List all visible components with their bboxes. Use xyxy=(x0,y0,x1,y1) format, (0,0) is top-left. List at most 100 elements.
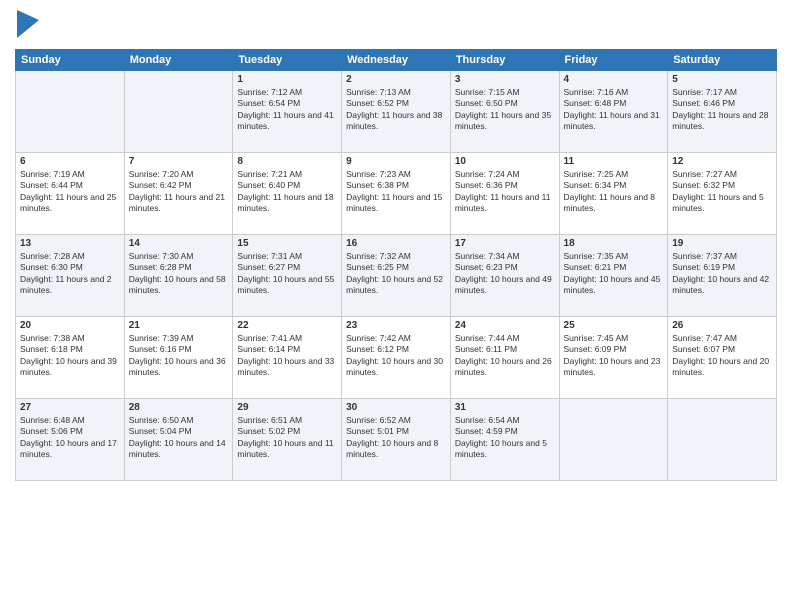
calendar-cell-2-3: 8 Sunrise: 7:21 AMSunset: 6:40 PMDaylight… xyxy=(233,153,342,235)
calendar-row-2: 6 Sunrise: 7:19 AMSunset: 6:44 PMDaylight… xyxy=(16,153,777,235)
day-number: 12 xyxy=(672,156,772,167)
cell-content: Sunrise: 7:19 AMSunset: 6:44 PMDaylight:… xyxy=(20,169,120,215)
cell-content: Sunrise: 7:34 AMSunset: 6:23 PMDaylight:… xyxy=(455,251,555,297)
calendar-row-3: 13 Sunrise: 7:28 AMSunset: 6:30 PMDayligh… xyxy=(16,235,777,317)
calendar-cell-4-5: 24 Sunrise: 7:44 AMSunset: 6:11 PMDayligh… xyxy=(450,317,559,399)
calendar-cell-3-3: 15 Sunrise: 7:31 AMSunset: 6:27 PMDayligh… xyxy=(233,235,342,317)
weekday-header-sunday: Sunday xyxy=(16,50,125,71)
cell-content: Sunrise: 7:37 AMSunset: 6:19 PMDaylight:… xyxy=(672,251,772,297)
day-number: 19 xyxy=(672,238,772,249)
calendar-cell-5-6 xyxy=(559,399,668,481)
cell-content: Sunrise: 7:23 AMSunset: 6:38 PMDaylight:… xyxy=(346,169,446,215)
day-number: 25 xyxy=(564,320,664,331)
calendar-cell-4-2: 21 Sunrise: 7:39 AMSunset: 6:16 PMDayligh… xyxy=(124,317,233,399)
calendar-table: SundayMondayTuesdayWednesdayThursdayFrid… xyxy=(15,49,777,481)
cell-content: Sunrise: 7:32 AMSunset: 6:25 PMDaylight:… xyxy=(346,251,446,297)
cell-content: Sunrise: 7:42 AMSunset: 6:12 PMDaylight:… xyxy=(346,333,446,379)
day-number: 15 xyxy=(237,238,337,249)
cell-content: Sunrise: 7:31 AMSunset: 6:27 PMDaylight:… xyxy=(237,251,337,297)
cell-content: Sunrise: 7:25 AMSunset: 6:34 PMDaylight:… xyxy=(564,169,664,215)
weekday-header-row: SundayMondayTuesdayWednesdayThursdayFrid… xyxy=(16,50,777,71)
calendar-row-1: 1 Sunrise: 7:12 AMSunset: 6:54 PMDaylight… xyxy=(16,71,777,153)
day-number: 22 xyxy=(237,320,337,331)
weekday-header-monday: Monday xyxy=(124,50,233,71)
cell-content: Sunrise: 7:45 AMSunset: 6:09 PMDaylight:… xyxy=(564,333,664,379)
calendar-cell-1-5: 3 Sunrise: 7:15 AMSunset: 6:50 PMDaylight… xyxy=(450,71,559,153)
calendar-cell-2-1: 6 Sunrise: 7:19 AMSunset: 6:44 PMDaylight… xyxy=(16,153,125,235)
cell-content: Sunrise: 7:13 AMSunset: 6:52 PMDaylight:… xyxy=(346,87,446,133)
weekday-header-friday: Friday xyxy=(559,50,668,71)
calendar-cell-2-4: 9 Sunrise: 7:23 AMSunset: 6:38 PMDaylight… xyxy=(342,153,451,235)
cell-content: Sunrise: 7:21 AMSunset: 6:40 PMDaylight:… xyxy=(237,169,337,215)
day-number: 13 xyxy=(20,238,120,249)
cell-content: Sunrise: 7:39 AMSunset: 6:16 PMDaylight:… xyxy=(129,333,229,379)
calendar-cell-4-1: 20 Sunrise: 7:38 AMSunset: 6:18 PMDayligh… xyxy=(16,317,125,399)
day-number: 18 xyxy=(564,238,664,249)
calendar-cell-3-2: 14 Sunrise: 7:30 AMSunset: 6:28 PMDayligh… xyxy=(124,235,233,317)
cell-content: Sunrise: 6:51 AMSunset: 5:02 PMDaylight:… xyxy=(237,415,337,461)
weekday-header-wednesday: Wednesday xyxy=(342,50,451,71)
calendar-cell-4-6: 25 Sunrise: 7:45 AMSunset: 6:09 PMDayligh… xyxy=(559,317,668,399)
day-number: 14 xyxy=(129,238,229,249)
calendar-cell-5-4: 30 Sunrise: 6:52 AMSunset: 5:01 PMDayligh… xyxy=(342,399,451,481)
cell-content: Sunrise: 7:24 AMSunset: 6:36 PMDaylight:… xyxy=(455,169,555,215)
cell-content: Sunrise: 7:28 AMSunset: 6:30 PMDaylight:… xyxy=(20,251,120,297)
calendar-cell-5-3: 29 Sunrise: 6:51 AMSunset: 5:02 PMDayligh… xyxy=(233,399,342,481)
calendar-cell-5-2: 28Sunrise: 6:50 AMSunset: 5:04 PMDayligh… xyxy=(124,399,233,481)
cell-content: Sunrise: 7:35 AMSunset: 6:21 PMDaylight:… xyxy=(564,251,664,297)
calendar-cell-5-7 xyxy=(668,399,777,481)
day-number: 16 xyxy=(346,238,446,249)
calendar-cell-2-5: 10 Sunrise: 7:24 AMSunset: 6:36 PMDayligh… xyxy=(450,153,559,235)
day-number: 29 xyxy=(237,402,337,413)
day-number: 30 xyxy=(346,402,446,413)
weekday-header-tuesday: Tuesday xyxy=(233,50,342,71)
cell-content: Sunrise: 7:20 AMSunset: 6:42 PMDaylight:… xyxy=(129,169,229,215)
day-number: 7 xyxy=(129,156,229,167)
cell-content: Sunrise: 7:41 AMSunset: 6:14 PMDaylight:… xyxy=(237,333,337,379)
calendar-cell-2-6: 11 Sunrise: 7:25 AMSunset: 6:34 PMDayligh… xyxy=(559,153,668,235)
day-number: 3 xyxy=(455,74,555,85)
cell-content: Sunrise: 6:54 AMSunset: 4:59 PMDaylight:… xyxy=(455,415,555,461)
day-number: 28 xyxy=(129,402,229,413)
day-number: 31 xyxy=(455,402,555,413)
cell-content: Sunrise: 7:17 AMSunset: 6:46 PMDaylight:… xyxy=(672,87,772,133)
day-number: 9 xyxy=(346,156,446,167)
calendar-cell-4-7: 26Sunrise: 7:47 AMSunset: 6:07 PMDayligh… xyxy=(668,317,777,399)
day-number: 17 xyxy=(455,238,555,249)
calendar-cell-1-2 xyxy=(124,71,233,153)
logo-icon xyxy=(17,10,39,43)
calendar-cell-3-7: 19 Sunrise: 7:37 AMSunset: 6:19 PMDayligh… xyxy=(668,235,777,317)
calendar-cell-1-3: 1 Sunrise: 7:12 AMSunset: 6:54 PMDaylight… xyxy=(233,71,342,153)
cell-content: Sunrise: 7:30 AMSunset: 6:28 PMDaylight:… xyxy=(129,251,229,297)
day-number: 10 xyxy=(455,156,555,167)
calendar-cell-1-4: 2Sunrise: 7:13 AMSunset: 6:52 PMDaylight… xyxy=(342,71,451,153)
day-number: 27 xyxy=(20,402,120,413)
day-number: 6 xyxy=(20,156,120,167)
day-number: 20 xyxy=(20,320,120,331)
cell-content: Sunrise: 6:52 AMSunset: 5:01 PMDaylight:… xyxy=(346,415,446,461)
day-number: 4 xyxy=(564,74,664,85)
calendar-cell-3-4: 16 Sunrise: 7:32 AMSunset: 6:25 PMDayligh… xyxy=(342,235,451,317)
day-number: 11 xyxy=(564,156,664,167)
calendar-cell-5-1: 27 Sunrise: 6:48 AMSunset: 5:06 PMDayligh… xyxy=(16,399,125,481)
calendar-cell-3-5: 17 Sunrise: 7:34 AMSunset: 6:23 PMDayligh… xyxy=(450,235,559,317)
calendar-row-4: 20 Sunrise: 7:38 AMSunset: 6:18 PMDayligh… xyxy=(16,317,777,399)
day-number: 8 xyxy=(237,156,337,167)
cell-content: Sunrise: 7:15 AMSunset: 6:50 PMDaylight:… xyxy=(455,87,555,133)
cell-content: Sunrise: 6:48 AMSunset: 5:06 PMDaylight:… xyxy=(20,415,120,461)
calendar-cell-4-3: 22 Sunrise: 7:41 AMSunset: 6:14 PMDayligh… xyxy=(233,317,342,399)
cell-content: Sunrise: 7:47 AMSunset: 6:07 PMDaylight:… xyxy=(672,333,772,379)
day-number: 21 xyxy=(129,320,229,331)
cell-content: Sunrise: 7:38 AMSunset: 6:18 PMDaylight:… xyxy=(20,333,120,379)
cell-content: Sunrise: 7:27 AMSunset: 6:32 PMDaylight:… xyxy=(672,169,772,215)
day-number: 23 xyxy=(346,320,446,331)
calendar-cell-3-1: 13 Sunrise: 7:28 AMSunset: 6:30 PMDayligh… xyxy=(16,235,125,317)
day-number: 1 xyxy=(237,74,337,85)
weekday-header-saturday: Saturday xyxy=(668,50,777,71)
cell-content: Sunrise: 7:16 AMSunset: 6:48 PMDaylight:… xyxy=(564,87,664,133)
cell-content: Sunrise: 7:44 AMSunset: 6:11 PMDaylight:… xyxy=(455,333,555,379)
cell-content: Sunrise: 7:12 AMSunset: 6:54 PMDaylight:… xyxy=(237,87,337,133)
day-number: 24 xyxy=(455,320,555,331)
calendar-cell-1-6: 4 Sunrise: 7:16 AMSunset: 6:48 PMDaylight… xyxy=(559,71,668,153)
page-header xyxy=(15,10,777,43)
